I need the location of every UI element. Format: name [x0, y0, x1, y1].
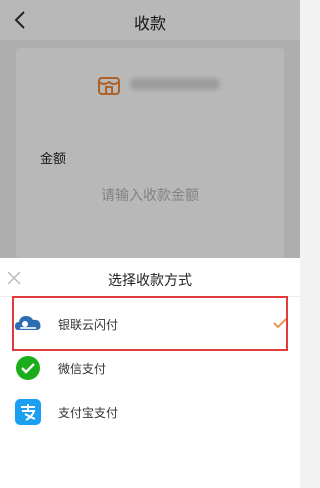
alipay-icon: [15, 399, 41, 425]
payment-option-unionpay[interactable]: 银联云闪付: [0, 302, 300, 346]
divider: [0, 296, 300, 297]
checkmark-icon: [273, 318, 287, 329]
payment-method-sheet: 选择收款方式 银联云闪付 微信支付 支付宝支付: [0, 258, 300, 488]
payment-option-wechat[interactable]: 微信支付: [0, 346, 300, 390]
option-label: 支付宝支付: [58, 406, 119, 420]
option-label: 微信支付: [58, 362, 107, 376]
unionpay-cloud-icon: [15, 316, 41, 330]
sheet-title: 选择收款方式: [108, 273, 192, 289]
option-label: 银联云闪付: [58, 318, 119, 332]
payment-option-alipay[interactable]: 支付宝支付: [0, 390, 300, 434]
wechat-pay-icon: [16, 356, 40, 380]
